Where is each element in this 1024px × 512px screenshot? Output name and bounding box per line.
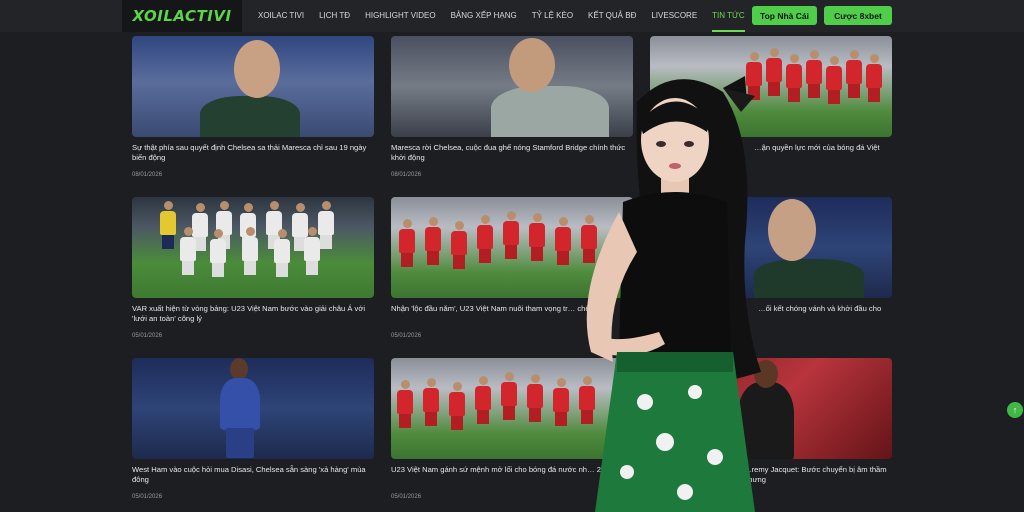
nav-tin-tuc[interactable]: TIN TỨC xyxy=(712,0,745,32)
article-title[interactable]: VAR xuất hiện từ vòng bảng: U23 Việt Nam… xyxy=(132,304,374,324)
article-date: 05/01/2026 xyxy=(132,494,163,500)
article-date: 08/01/2026 xyxy=(391,172,422,178)
article-date: 08/01/2026 xyxy=(132,172,163,178)
scroll-to-top-button[interactable]: ↑ xyxy=(1007,402,1023,418)
main-nav: XOILAC TIVI LỊCH TĐ HIGHLIGHT VIDEO BẢNG… xyxy=(258,0,808,32)
logo-text[interactable]: XOILACTIVI xyxy=(132,7,231,25)
article-thumbnail[interactable] xyxy=(132,36,374,137)
promo-model-image xyxy=(555,62,795,512)
article-date: 05/01/2026 xyxy=(391,333,422,339)
cuoc-8xbet-button[interactable]: Cược 8xbet xyxy=(824,6,892,25)
article-thumbnail[interactable] xyxy=(132,358,374,459)
article-date: 05/01/2026 xyxy=(391,494,422,500)
top-nha-cai-button[interactable]: Top Nhà Cái xyxy=(752,6,817,25)
arrow-up-icon: ↑ xyxy=(1012,405,1018,415)
article-title[interactable]: West Ham vào cuộc hỏi mua Disasi, Chelse… xyxy=(132,465,374,485)
article-thumbnail[interactable] xyxy=(132,197,374,298)
nav-lich-td[interactable]: LỊCH TĐ xyxy=(319,0,350,32)
nav-bang-xep-hang[interactable]: BẢNG XẾP HẠNG xyxy=(451,0,517,32)
logo[interactable]: XOILACTIVI xyxy=(122,0,242,32)
article-date: 05/01/2026 xyxy=(132,333,163,339)
nav-xoilac-tivi[interactable]: XOILAC TIVI xyxy=(258,0,304,32)
nav-highlight-video[interactable]: HIGHLIGHT VIDEO xyxy=(365,0,436,32)
top-nav-bar: XOILACTIVI XOILAC TIVI LỊCH TĐ HIGHLIGHT… xyxy=(0,0,1024,32)
nav-ket-qua-bd[interactable]: KẾT QUẢ BĐ xyxy=(588,0,636,32)
article-title[interactable]: Sự thật phía sau quyết định Chelsea sa t… xyxy=(132,143,374,163)
nav-livescore[interactable]: LIVESCORE xyxy=(651,0,697,32)
nav-ty-le-keo[interactable]: TỶ LỆ KÈO xyxy=(532,0,573,32)
